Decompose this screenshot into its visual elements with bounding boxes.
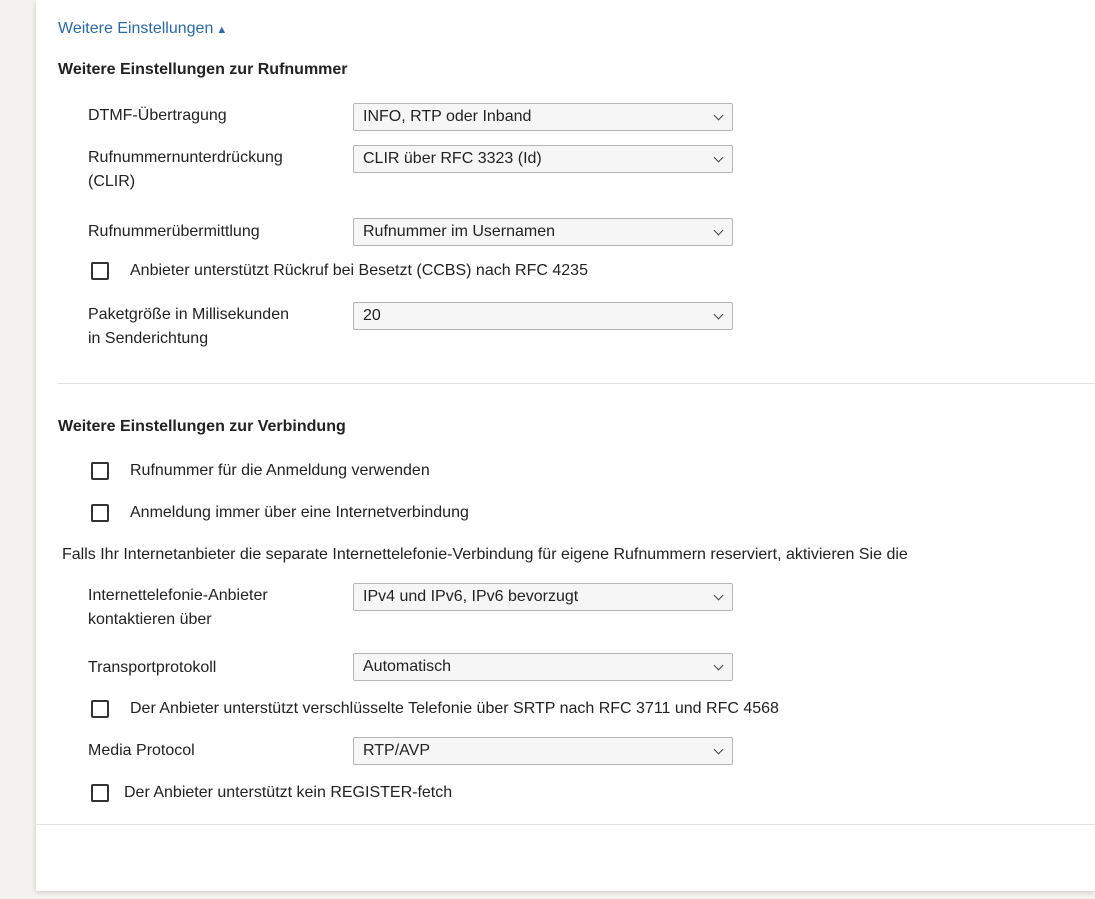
rufnummer-anmeldung-checkbox[interactable] — [91, 462, 109, 480]
chevron-down-icon — [713, 744, 724, 755]
clir-select[interactable]: CLIR über RFC 3323 (Id) — [353, 145, 733, 173]
media-protocol-label: Media Protocol — [88, 742, 195, 759]
uebermittlung-label: Rufnummerübermittlung — [88, 223, 260, 240]
chevron-down-icon — [713, 309, 724, 320]
footer-divider — [36, 824, 1095, 825]
clir-label: Rufnummernunterdrückung (CLIR) — [88, 146, 283, 194]
paketgroesse-label-line2: in Senderichtung — [88, 330, 209, 347]
section-title-rufnummer: Weitere Einstellungen zur Rufnummer — [58, 61, 348, 78]
media-protocol-select-value: RTP/AVP — [363, 742, 430, 759]
chevron-down-icon — [713, 225, 724, 236]
paketgroesse-select-value: 20 — [363, 307, 381, 324]
uebermittlung-select-value: Rufnummer im Usernamen — [363, 223, 556, 240]
chevron-down-icon — [713, 660, 724, 671]
weitere-einstellungen-toggle[interactable]: Weitere Einstellungen ▲ — [58, 20, 227, 38]
dtmf-select-value: INFO, RTP oder Inband — [363, 108, 532, 125]
uebermittlung-select[interactable]: Rufnummer im Usernamen — [353, 218, 733, 246]
paketgroesse-label: Paketgröße in Millisekunden in Senderich… — [88, 303, 289, 351]
section-divider — [58, 383, 1095, 384]
ccbs-checkbox[interactable] — [91, 262, 109, 280]
chevron-down-icon — [713, 110, 724, 121]
clir-select-value: CLIR über RFC 3323 (Id) — [363, 150, 542, 167]
srtp-checkbox[interactable] — [91, 700, 109, 718]
ccbs-label: Anbieter unterstützt Rückruf bei Besetzt… — [130, 262, 588, 279]
clir-label-line1: Rufnummernunterdrückung — [88, 149, 283, 166]
toggle-label: Weitere Einstellungen — [58, 20, 214, 37]
srtp-label: Der Anbieter unterstützt verschlüsselte … — [130, 700, 779, 717]
media-protocol-select[interactable]: RTP/AVP — [353, 737, 733, 765]
chevron-down-icon — [713, 152, 724, 163]
kontaktieren-label-line1: Internettelefonie-Anbieter — [88, 587, 268, 604]
paketgroesse-label-line1: Paketgröße in Millisekunden — [88, 306, 289, 323]
dtmf-label: DTMF-Übertragung — [88, 107, 227, 124]
kontaktieren-select-value: IPv4 und IPv6, IPv6 bevorzugt — [363, 588, 579, 605]
clir-label-line2: (CLIR) — [88, 173, 136, 190]
chevron-down-icon — [713, 590, 724, 601]
register-fetch-checkbox[interactable] — [91, 784, 109, 802]
dtmf-select[interactable]: INFO, RTP oder Inband — [353, 103, 733, 131]
info-text: Falls Ihr Internetanbieter die separate … — [62, 546, 908, 563]
triangle-up-icon: ▲ — [216, 24, 228, 36]
settings-panel: Weitere Einstellungen ▲ Weitere Einstellu… — [36, 0, 1095, 891]
kontaktieren-label-line2: kontaktieren über — [88, 611, 212, 628]
anmeldung-internet-label: Anmeldung immer über eine Internetverbin… — [130, 504, 469, 521]
transport-select[interactable]: Automatisch — [353, 653, 733, 681]
section-title-verbindung: Weitere Einstellungen zur Verbindung — [58, 418, 346, 435]
register-fetch-label: Der Anbieter unterstützt kein REGISTER-f… — [124, 784, 453, 801]
transport-label: Transportprotokoll — [88, 659, 217, 676]
kontaktieren-select[interactable]: IPv4 und IPv6, IPv6 bevorzugt — [353, 583, 733, 611]
anmeldung-internet-checkbox[interactable] — [91, 504, 109, 522]
kontaktieren-label: Internettelefonie-Anbieter kontaktieren … — [88, 584, 268, 632]
transport-select-value: Automatisch — [363, 658, 452, 675]
paketgroesse-select[interactable]: 20 — [353, 302, 733, 330]
rufnummer-anmeldung-label: Rufnummer für die Anmeldung verwenden — [130, 462, 430, 479]
